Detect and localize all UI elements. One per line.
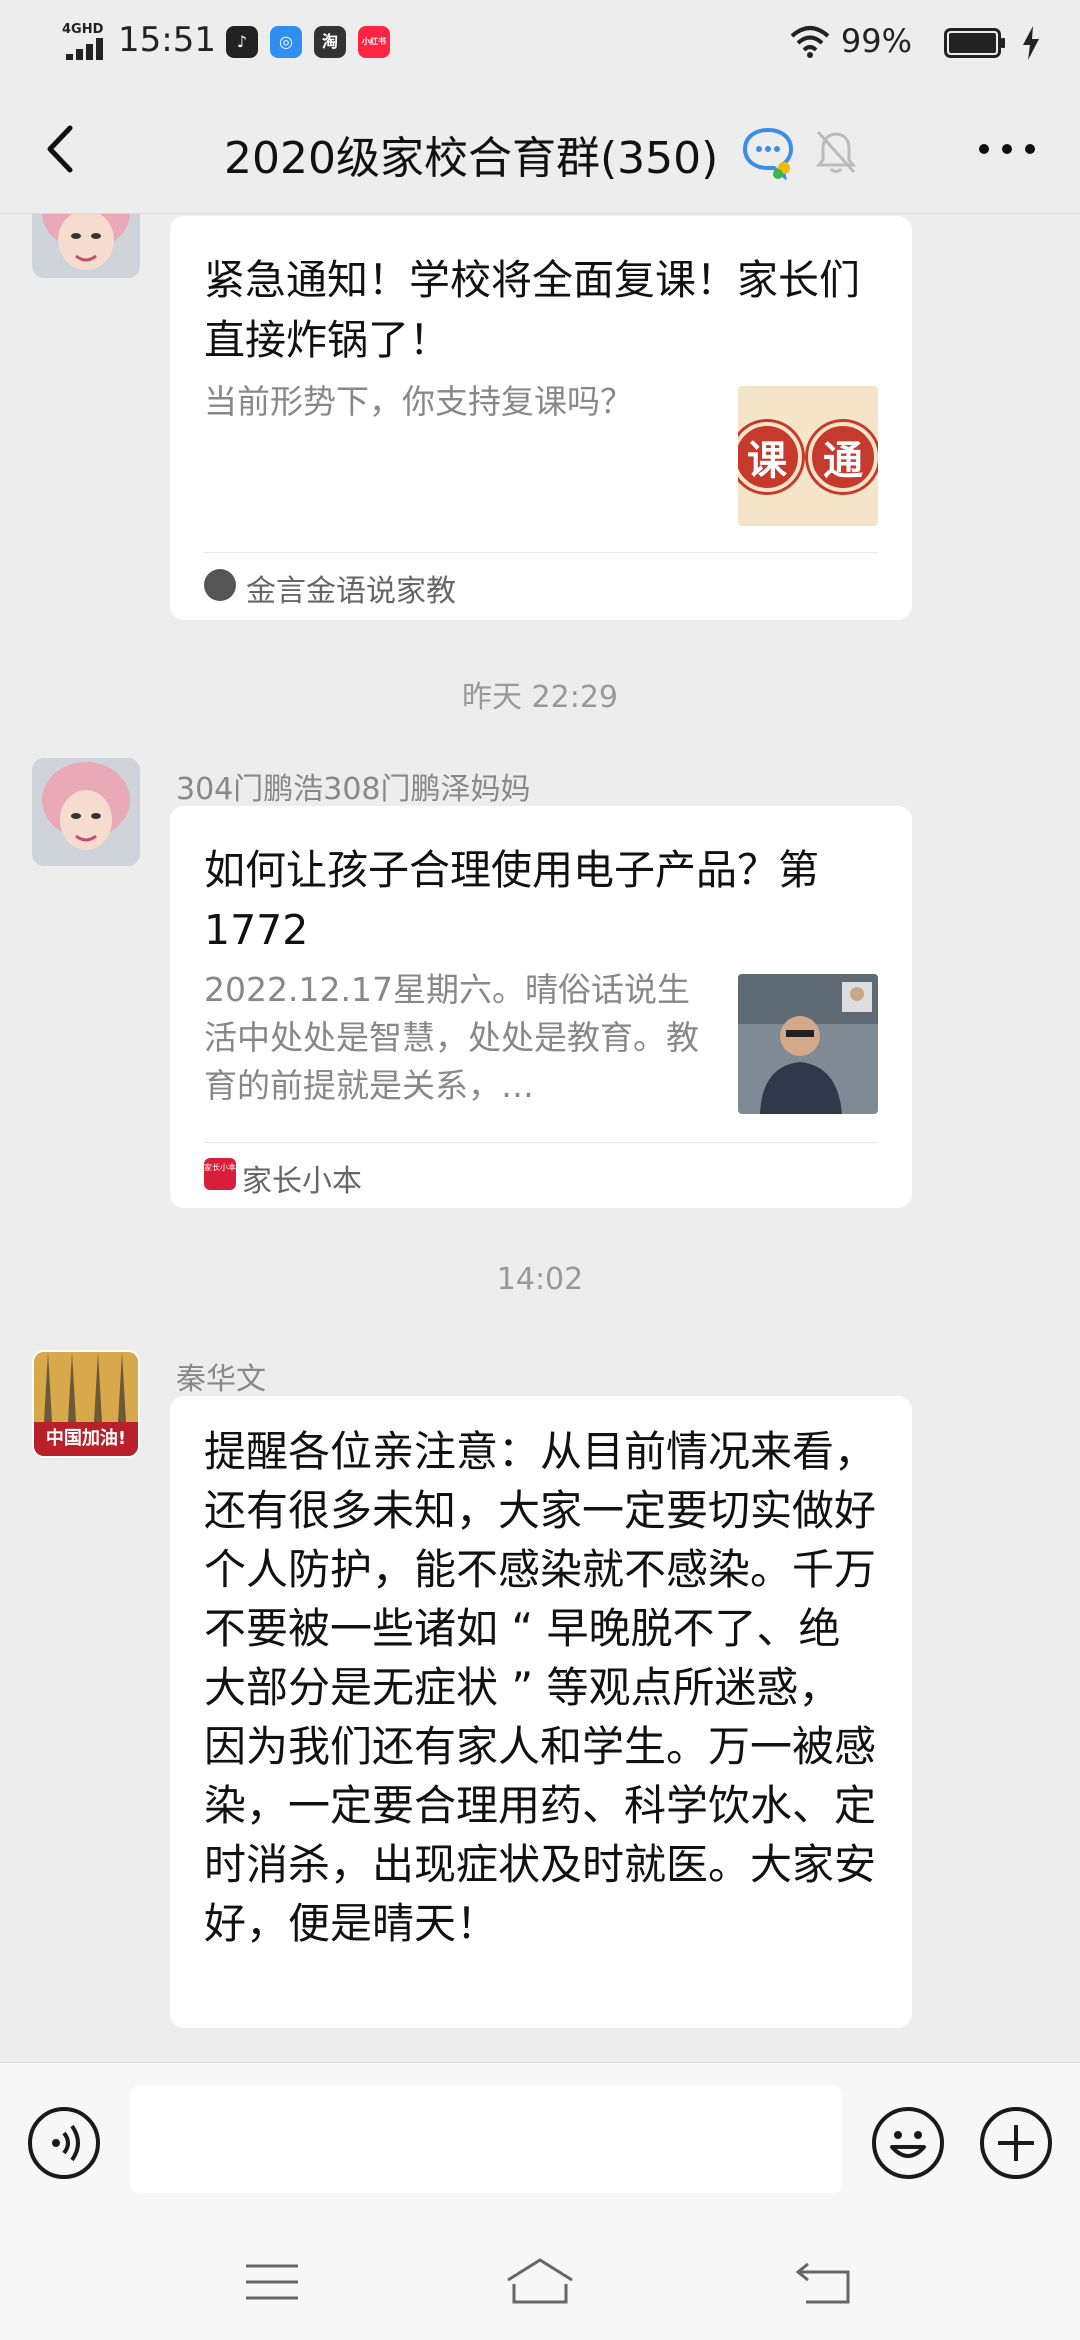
link-card[interactable]: 紧急通知！学校将全面复课！家长们直接炸锅了！ 当前形势下，你支持复课吗？ 课 通… [170,216,912,620]
status-bar: 4GHD 15:51 ♪ ◎ 淘小红书 99% [0,0,1080,84]
tiktok-icon: ♪ [226,26,258,58]
link-card[interactable]: 如何让孩子合理使用电子产品？第1772 2022.12.17星期六。晴俗话说生活… [170,806,912,1208]
link-card-desc: 2022.12.17星期六。晴俗话说生活中处处是智慧，处处是教育。教育的前提就是… [204,970,699,1105]
timestamp: 14:02 [496,1262,584,1297]
page-title: 2020级家校合育群(350) [224,133,719,184]
timestamp: 昨天 22:29 [462,680,618,715]
group-chat-icon [742,127,794,180]
system-nav-bar [0,2222,1080,2340]
emoji-button[interactable] [872,2107,944,2179]
divider [204,1142,878,1143]
more-functions-button[interactable] [980,2107,1052,2179]
divider [204,552,878,553]
chat-header: 2020级家校合育群(350) [0,84,1080,214]
input-bar [0,2062,1080,2222]
link-card-title: 如何让孩子合理使用电子产品？第1772 [204,846,819,954]
clock: 15:51 [118,20,216,60]
sender-name: 秦华文 [176,1362,266,1397]
cellular-signal-icon: 4GHD [62,22,112,60]
voice-button[interactable] [28,2107,100,2179]
source-app-icon: 家长小本 [204,1158,236,1190]
back-button[interactable] [30,114,100,184]
voice-icon [52,2124,80,2162]
message-bubble[interactable]: 提醒各位亲注意：从目前情况来看，还有很多未知，大家一定要切实做好个人防护，能不感… [170,1396,912,2028]
back-nav-button[interactable] [794,2258,854,2306]
network-type: 4GHD [62,22,104,37]
battery-icon [944,28,1005,58]
link-card-desc: 当前形势下，你支持复课吗？ [204,382,633,421]
sender-name: 304门鹏浩308门鹏泽妈妈 [176,772,531,807]
link-card-title: 紧急通知！学校将全面复课！家长们直接炸锅了！ [204,256,860,364]
more-dots-icon [979,144,1035,154]
link-card-thumbnail [738,974,878,1114]
source-avatar-icon [204,569,236,601]
xiaohongshu-icon: 小红书 [358,26,390,58]
thumb-char: 课 [738,422,802,492]
link-card-source: 家长小本 [242,1164,362,1199]
emoji-icon [890,2131,926,2158]
more-options-button[interactable] [972,124,1042,174]
link-card-thumbnail: 课 通 [738,386,878,526]
link-card-source: 金言金语说家教 [246,574,456,609]
charging-icon [1023,26,1039,60]
avatar[interactable] [32,758,140,866]
avatar-caption: 中国加油! [45,1428,127,1449]
plus-icon [998,2125,1034,2161]
menu-nav-button[interactable] [244,2262,300,2302]
battery-percent: 99% [840,22,912,60]
chevron-left-icon [47,125,73,173]
thumb-char: 通 [808,422,878,492]
home-nav-button[interactable] [504,2256,576,2306]
taobao-icon: 淘 [314,26,346,58]
avatar[interactable]: 中国加油! [32,1350,140,1458]
browser-app-icon: ◎ [270,26,302,58]
wifi-icon [790,26,830,58]
system-indicators: 99% [700,20,1040,64]
message-input[interactable] [130,2085,842,2193]
mute-bell-icon [815,130,857,174]
